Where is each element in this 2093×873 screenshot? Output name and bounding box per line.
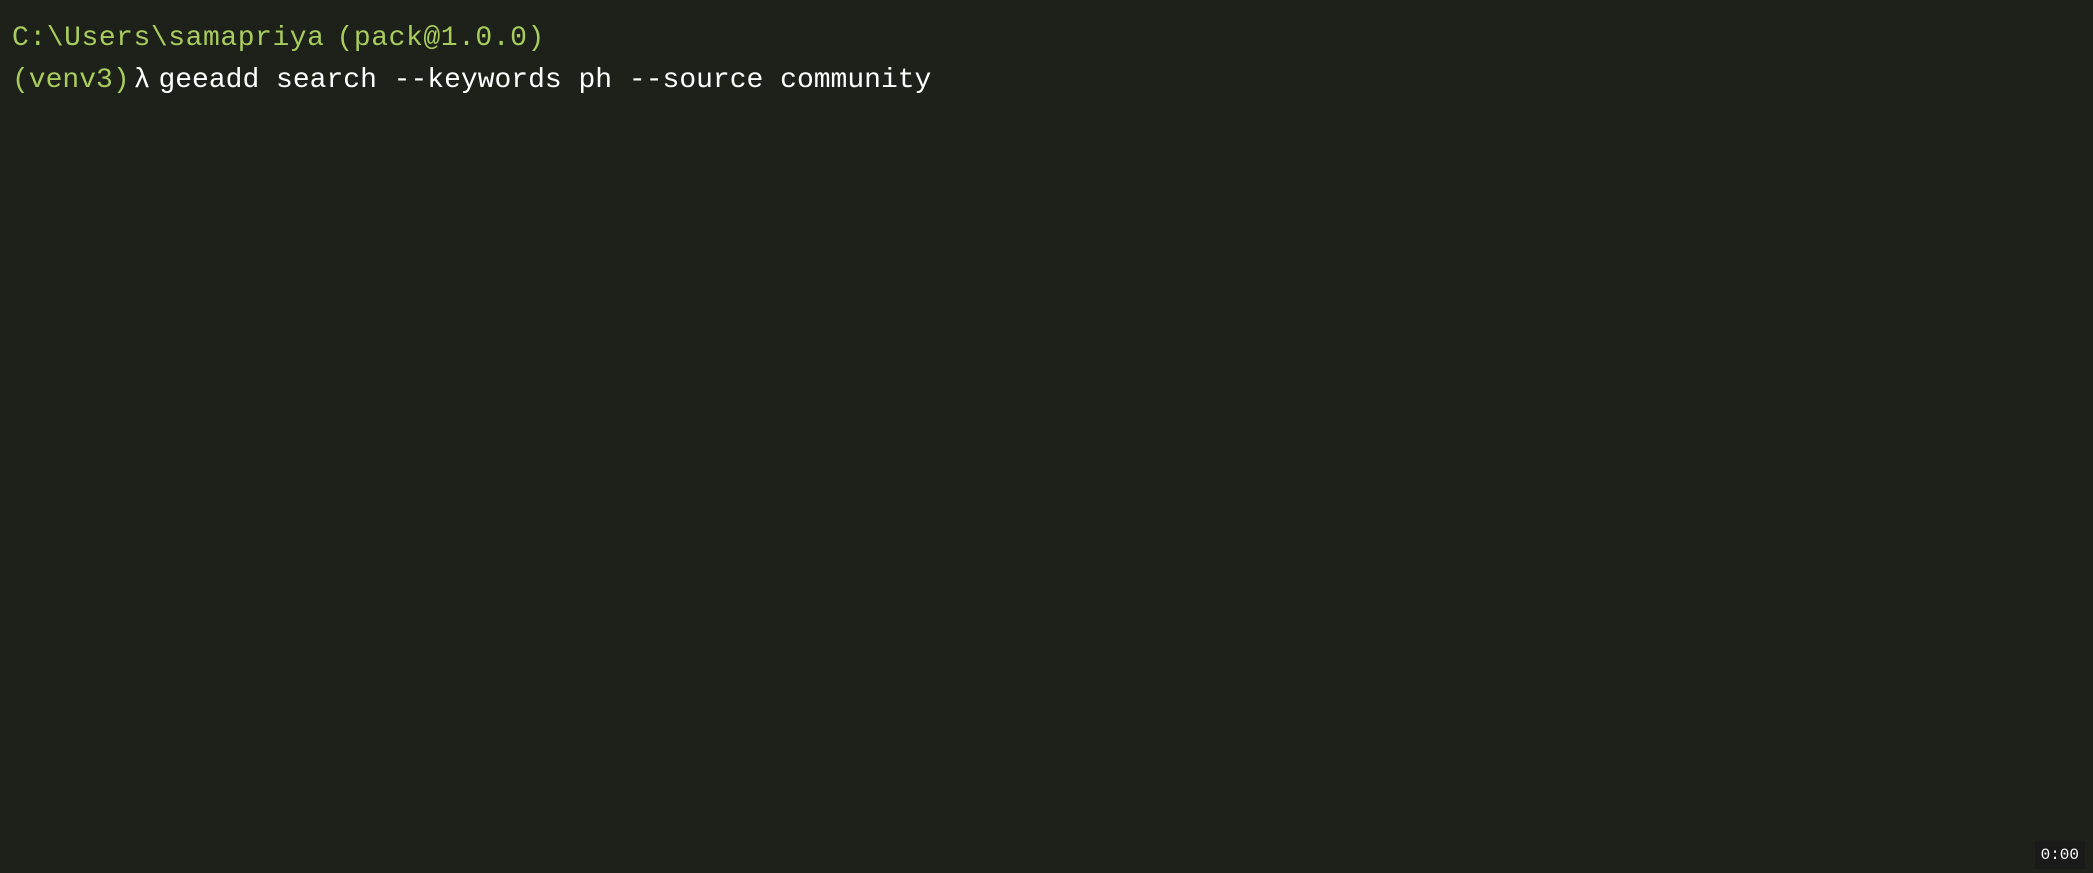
directory-path: C:\Users\samapriya (12, 18, 325, 60)
terminal-window: C:\Users\samapriya (pack@1.0.0) (venv3) … (0, 0, 2093, 873)
taskbar-time: 0:00 (2035, 841, 2085, 869)
pack-version: (pack@1.0.0) (337, 18, 545, 60)
terminal-line-1: C:\Users\samapriya (pack@1.0.0) (12, 18, 2081, 60)
terminal-line-2: (venv3) λ geeadd search --keywords ph --… (12, 60, 2081, 102)
command-line[interactable]: geeadd search --keywords ph --source com… (158, 60, 931, 102)
venv-indicator: (venv3) (12, 60, 130, 102)
lambda-prompt: λ (134, 60, 151, 102)
